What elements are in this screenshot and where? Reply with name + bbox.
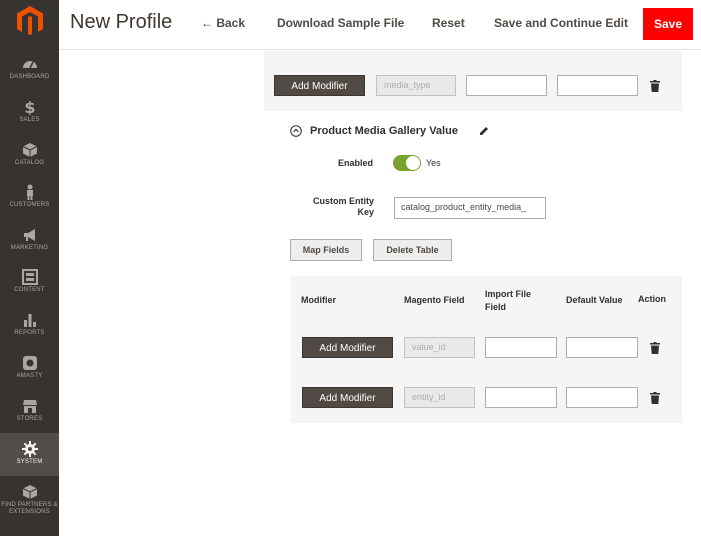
default-value-input[interactable] <box>566 387 638 408</box>
label-line-1: Custom Entity <box>312 196 374 206</box>
enabled-label: Enabled <box>337 158 373 168</box>
megaphone-icon <box>23 229 35 241</box>
amasty-icon <box>22 356 37 370</box>
custom-entity-key-label: Custom Entity Key <box>293 196 374 218</box>
column-header-import-file-field: Import File Field <box>485 288 531 314</box>
add-modifier-button[interactable]: Add Modifier <box>274 75 365 96</box>
sidebar-item-label: SALES <box>19 117 40 123</box>
magento-field-input[interactable]: entity_id <box>404 387 475 408</box>
column-header-action: Action <box>638 294 666 304</box>
magento-field-input[interactable]: media_type <box>376 75 456 96</box>
sidebar-item-label: FIND PARTNERS & EXTENSIONS <box>1 502 58 515</box>
import-file-field-input[interactable] <box>485 387 557 408</box>
toggle-knob <box>406 156 420 170</box>
trash-icon[interactable] <box>650 392 660 404</box>
bar-chart-icon <box>23 314 36 327</box>
add-modifier-button[interactable]: Add Modifier <box>302 387 393 408</box>
storefront-icon <box>22 400 37 413</box>
cube-icon <box>22 143 37 157</box>
magento-field-input[interactable]: value_id <box>404 337 475 358</box>
column-header-modifier: Modifier <box>301 295 336 305</box>
import-file-field-input[interactable] <box>466 75 547 96</box>
map-fields-button[interactable]: Map Fields <box>290 239 362 261</box>
pencil-icon[interactable] <box>479 126 489 136</box>
svg-text:$: $ <box>24 99 35 115</box>
dollar-icon: $ <box>24 99 35 115</box>
trash-icon[interactable] <box>650 80 660 92</box>
sidebar-item-find-partners[interactable]: FIND PARTNERS & EXTENSIONS <box>0 484 59 527</box>
sidebar-item-amasty[interactable]: AMASTY <box>0 355 59 398</box>
content-icon <box>21 269 38 285</box>
sidebar-item-label: DASHBOARD <box>9 74 50 80</box>
person-icon <box>26 184 33 200</box>
sidebar-item-system[interactable]: SYSTEM <box>0 433 59 476</box>
column-header-default-value: Default Value <box>566 295 623 305</box>
page-header: New Profile ← Back Download Sample File … <box>59 0 701 50</box>
sidebar-item-label: CONTENT <box>14 287 45 293</box>
default-value-input[interactable] <box>566 337 638 358</box>
save-button[interactable]: Save <box>643 8 693 40</box>
default-value-input[interactable] <box>557 75 638 96</box>
dashboard-icon <box>22 61 37 69</box>
header-line-2: Field <box>485 302 507 312</box>
sidebar-item-customers[interactable]: CUSTOMERS <box>0 184 59 227</box>
section-title: Product Media Gallery Value <box>310 125 458 137</box>
enabled-toggle[interactable] <box>393 155 421 171</box>
reset-button[interactable]: Reset <box>432 16 465 30</box>
trash-icon[interactable] <box>650 342 660 354</box>
magento-logo-icon[interactable] <box>14 4 46 38</box>
column-header-magento-field: Magento Field <box>404 295 465 305</box>
enabled-value: Yes <box>426 158 441 168</box>
sidebar-item-label: AMASTY <box>16 373 43 379</box>
sidebar-item-label: REPORTS <box>14 330 45 336</box>
import-file-field-input[interactable] <box>485 337 557 358</box>
collapse-chevron-icon[interactable] <box>290 125 302 137</box>
sidebar-item-label: SYSTEM <box>16 459 43 465</box>
sidebar-item-label: STORES <box>16 416 43 422</box>
main-content: Add Modifier media_type Product Media Ga… <box>59 51 701 536</box>
delete-table-button[interactable]: Delete Table <box>373 239 452 261</box>
page-title: New Profile <box>70 11 173 33</box>
back-button[interactable]: ← Back <box>201 16 245 30</box>
sidebar-item-label: CUSTOMERS <box>9 202 50 208</box>
gear-icon <box>21 441 38 457</box>
sidebar-item-reports[interactable]: REPORTS <box>0 312 59 355</box>
sidebar-item-label: CATALOG <box>14 160 45 166</box>
sidebar-item-dashboard[interactable]: DASHBOARD <box>0 56 59 99</box>
box-icon <box>22 485 37 499</box>
add-modifier-button[interactable]: Add Modifier <box>302 337 393 358</box>
admin-sidebar: DASHBOARD $ SALES CATALOG CUSTOMERS MARK… <box>0 0 59 536</box>
sidebar-item-content[interactable]: CONTENT <box>0 269 59 312</box>
save-and-continue-button[interactable]: Save and Continue Edit <box>494 16 628 30</box>
sidebar-item-catalog[interactable]: CATALOG <box>0 142 59 185</box>
sidebar-item-marketing[interactable]: MARKETING <box>0 227 59 270</box>
label-line-2: Key <box>357 207 374 217</box>
sidebar-item-sales[interactable]: $ SALES <box>0 99 59 142</box>
download-sample-file-button[interactable]: Download Sample File <box>277 16 404 30</box>
header-line-1: Import File <box>485 289 532 299</box>
custom-entity-key-input[interactable]: catalog_product_entity_media_ <box>394 197 546 219</box>
sidebar-item-label: MARKETING <box>10 245 49 251</box>
